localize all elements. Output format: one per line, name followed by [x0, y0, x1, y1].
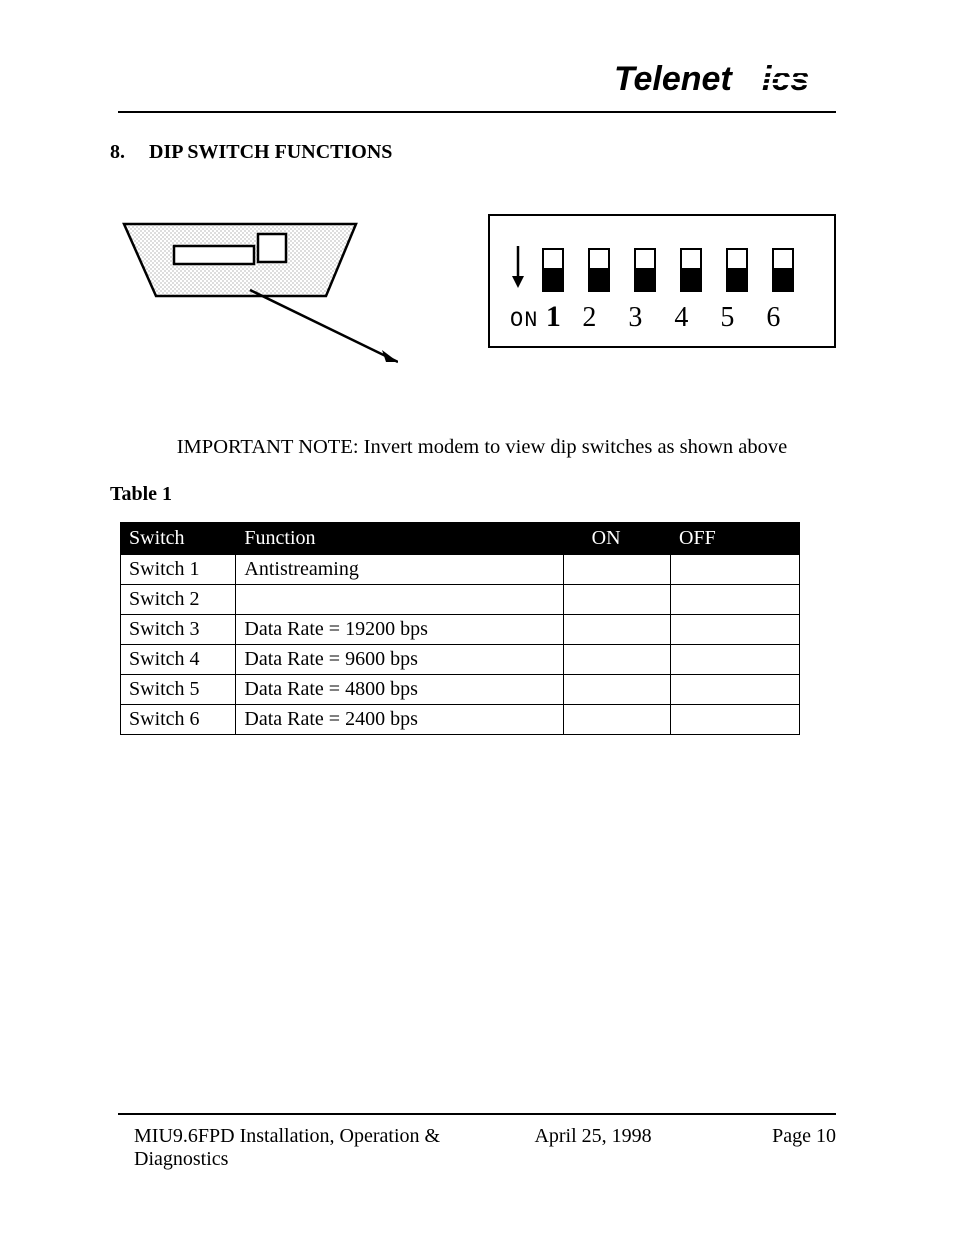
- td-on: [563, 555, 670, 585]
- table-row: Switch 4 Data Rate = 9600 bps: [121, 645, 800, 675]
- dip-switch-row: [510, 232, 816, 292]
- table-row: Switch 5 Data Rate = 4800 bps: [121, 675, 800, 705]
- dip-label-4: 4: [658, 302, 704, 334]
- dip-label-2: 2: [566, 302, 612, 334]
- modem-outline: [118, 220, 398, 385]
- arrow-down-icon: [510, 244, 526, 292]
- dip-label-1: 1: [540, 300, 566, 334]
- modem-svg: [118, 220, 398, 380]
- td-on: [563, 645, 670, 675]
- td-function: Data Rate = 4800 bps: [236, 675, 563, 705]
- th-switch: Switch: [121, 523, 236, 555]
- table-row: Switch 6 Data Rate = 2400 bps: [121, 705, 800, 735]
- dip-switch-3: [634, 248, 656, 292]
- important-note: IMPORTANT NOTE: Invert modem to view dip…: [128, 436, 836, 459]
- th-function: Function: [236, 523, 563, 555]
- table-header-row: Switch Function ON OFF: [121, 523, 800, 555]
- dip-switch-6: [772, 248, 794, 292]
- td-function: Data Rate = 9600 bps: [236, 645, 563, 675]
- th-on: ON: [563, 523, 670, 555]
- td-off: [671, 615, 800, 645]
- dip-function-table: Switch Function ON OFF Switch 1 Antistre…: [120, 522, 800, 735]
- section-heading: 8. DIP SWITCH FUNCTIONS: [110, 141, 836, 164]
- on-label: ON: [510, 308, 538, 333]
- page-header: Telenet ics: [118, 60, 836, 113]
- td-off: [671, 645, 800, 675]
- td-switch: Switch 2: [121, 585, 236, 615]
- td-switch: Switch 5: [121, 675, 236, 705]
- page-footer: MIU9.6FPD Installation, Operation & Diag…: [118, 1113, 836, 1171]
- td-off: [671, 705, 800, 735]
- td-on: [563, 585, 670, 615]
- td-function: Data Rate = 19200 bps: [236, 615, 563, 645]
- td-function: [236, 585, 563, 615]
- dip-label-row: ON 1 2 3 4 5 6: [508, 300, 816, 334]
- svg-text:Telenet: Telenet: [614, 60, 733, 98]
- section-title: DIP SWITCH FUNCTIONS: [149, 141, 392, 163]
- dip-label-3: 3: [612, 302, 658, 334]
- dip-label-5: 5: [704, 302, 750, 334]
- dip-switch-panel: ON 1 2 3 4 5 6: [488, 214, 836, 348]
- diagram-area: ON 1 2 3 4 5 6: [118, 220, 836, 380]
- footer-date: April 25, 1998: [534, 1125, 721, 1171]
- td-switch: Switch 1: [121, 555, 236, 585]
- footer-page: Page 10: [721, 1125, 836, 1171]
- dip-switch-2: [588, 248, 610, 292]
- td-off: [671, 585, 800, 615]
- table-caption: Table 1: [110, 483, 836, 506]
- td-on: [563, 675, 670, 705]
- td-function: Data Rate = 2400 bps: [236, 705, 563, 735]
- td-off: [671, 555, 800, 585]
- td-on: [563, 615, 670, 645]
- th-off: OFF: [671, 523, 800, 555]
- table-row: Switch 2: [121, 585, 800, 615]
- dip-label-6: 6: [750, 302, 796, 334]
- td-switch: Switch 3: [121, 615, 236, 645]
- td-on: [563, 705, 670, 735]
- dip-switch-1: [542, 248, 564, 292]
- footer-title: MIU9.6FPD Installation, Operation & Diag…: [118, 1125, 534, 1171]
- table-row: Switch 1 Antistreaming: [121, 555, 800, 585]
- td-switch: Switch 6: [121, 705, 236, 735]
- table-row: Switch 3 Data Rate = 19200 bps: [121, 615, 800, 645]
- td-off: [671, 675, 800, 705]
- dip-switch-4: [680, 248, 702, 292]
- dip-switch-5: [726, 248, 748, 292]
- section-number: 8.: [110, 141, 144, 164]
- telenetics-logo-svg: Telenet ics: [614, 60, 836, 100]
- td-switch: Switch 4: [121, 645, 236, 675]
- brand-logo: Telenet ics: [614, 60, 836, 105]
- td-function: Antistreaming: [236, 555, 563, 585]
